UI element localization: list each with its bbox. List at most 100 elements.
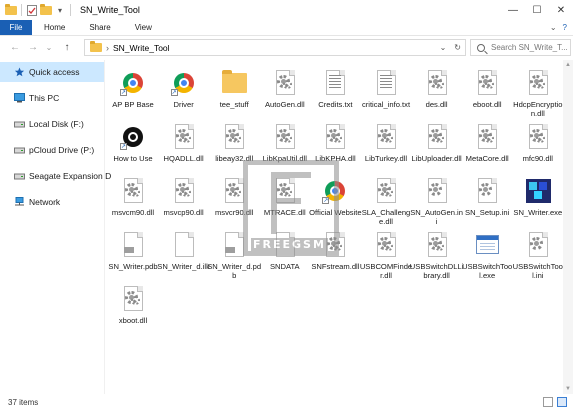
file-item[interactable]: USBCOMFinder.dll bbox=[359, 228, 413, 282]
dll-icon bbox=[473, 69, 501, 97]
file-item[interactable]: SNFstream.dll bbox=[310, 228, 360, 282]
file-name: msvcp90.dll bbox=[163, 208, 204, 217]
file-item[interactable]: msvcr90.dll bbox=[209, 174, 259, 228]
file-item[interactable]: ↗ How to Use bbox=[108, 120, 158, 174]
file-item[interactable]: msvcm90.dll bbox=[108, 174, 158, 228]
address-bar[interactable]: › SN_Write_Tool ⌄ ↻ bbox=[84, 39, 466, 56]
file-item[interactable]: SN_Writer_d.pdb bbox=[207, 228, 262, 282]
properties-icon[interactable] bbox=[25, 3, 39, 17]
drive-icon bbox=[14, 147, 25, 154]
file-item[interactable]: libeay32.dll bbox=[209, 120, 259, 174]
sidebar-item-local-disk[interactable]: Local Disk (F:) bbox=[0, 114, 104, 134]
file-item[interactable]: SN_AutoGen.ini bbox=[410, 174, 463, 228]
recent-locations-button[interactable]: ⌄ bbox=[42, 43, 56, 52]
sidebar-item-label: Local Disk (F:) bbox=[29, 119, 84, 129]
minimize-button[interactable]: — bbox=[501, 0, 525, 20]
breadcrumb[interactable]: SN_Write_Tool bbox=[113, 43, 170, 53]
file-item[interactable]: ↗ Driver bbox=[159, 66, 209, 120]
file-item[interactable]: SN_Writer.pdb bbox=[108, 228, 158, 282]
cube-app-icon bbox=[524, 177, 552, 205]
txt-icon bbox=[372, 69, 400, 97]
file-item[interactable]: HdcpEncryption.dll bbox=[513, 66, 563, 120]
breadcrumb-chevron[interactable]: › bbox=[106, 43, 109, 53]
file-item[interactable]: SN_Setup.ini bbox=[462, 174, 512, 228]
folder-icon bbox=[89, 41, 103, 55]
file-name: SN_AutoGen.ini bbox=[410, 208, 463, 226]
vertical-scrollbar[interactable]: ▲ ▼ bbox=[563, 60, 573, 394]
customize-toolbar-icon[interactable]: ▾ bbox=[53, 3, 67, 17]
close-button[interactable]: ✕ bbox=[549, 0, 573, 20]
tab-file[interactable]: File bbox=[0, 20, 32, 35]
file-item[interactable]: MetaCore.dll bbox=[462, 120, 512, 174]
file-item[interactable]: LibTurkey.dll bbox=[361, 120, 411, 174]
file-item[interactable]: ↗ AP BP Base bbox=[108, 66, 158, 120]
file-name: mfc90.dll bbox=[522, 154, 553, 163]
scroll-up-icon[interactable]: ▲ bbox=[563, 60, 573, 70]
file-name: LibUploader.dll bbox=[411, 154, 462, 163]
file-item[interactable]: USBSwitchTool.ini bbox=[513, 228, 563, 282]
dll-icon bbox=[271, 177, 299, 205]
file-name: SN_Writer_d.pdb bbox=[207, 262, 262, 280]
dll-icon bbox=[372, 231, 400, 259]
file-item[interactable]: AutoGen.dll bbox=[260, 66, 310, 120]
file-item[interactable]: SN_Writer.exe bbox=[513, 174, 563, 228]
address-dropdown-icon[interactable]: ⌄ bbox=[440, 43, 447, 52]
file-item[interactable]: ↗ Official Website bbox=[309, 174, 362, 228]
file-item[interactable]: USBSwitchTool.exe bbox=[462, 228, 512, 282]
tab-home[interactable]: Home bbox=[32, 20, 77, 35]
scroll-down-icon[interactable]: ▼ bbox=[563, 384, 573, 394]
txt-icon bbox=[321, 69, 349, 97]
up-button[interactable]: ↑ bbox=[60, 42, 74, 53]
network-icon bbox=[15, 197, 24, 206]
blank-file-icon bbox=[170, 231, 198, 259]
file-item[interactable]: USBSwitchDLLibrary.dll bbox=[409, 228, 464, 282]
file-item[interactable]: SN_Writer_d.ilk bbox=[157, 228, 210, 282]
file-item[interactable]: critical_info.txt bbox=[361, 66, 411, 120]
file-item[interactable]: LibUploader.dll bbox=[411, 120, 462, 174]
maximize-button[interactable]: ☐ bbox=[525, 0, 549, 20]
dll-icon bbox=[220, 177, 248, 205]
file-name: USBSwitchTool.exe bbox=[462, 262, 513, 280]
exe-window-icon bbox=[473, 231, 501, 259]
expand-ribbon-icon[interactable]: ⌄ bbox=[550, 23, 557, 32]
file-name: libeay32.dll bbox=[215, 154, 254, 163]
sidebar-item-pcloud-drive[interactable]: pCloud Drive (P:) bbox=[0, 140, 104, 160]
tab-share[interactable]: Share bbox=[77, 20, 122, 35]
sidebar-item-network[interactable]: Network bbox=[0, 192, 104, 212]
forward-button[interactable]: → bbox=[26, 42, 40, 53]
sidebar-item-quick-access[interactable]: Quick access bbox=[0, 62, 104, 82]
file-name: SN_Setup.ini bbox=[465, 208, 510, 217]
dll-icon bbox=[372, 123, 400, 151]
file-item[interactable]: Credits.txt bbox=[310, 66, 360, 120]
dll-icon bbox=[423, 231, 451, 259]
file-item[interactable]: des.dll bbox=[412, 66, 462, 120]
file-item[interactable]: tee_stuff bbox=[209, 66, 259, 120]
file-name: USBCOMFinder.dll bbox=[359, 262, 413, 280]
file-item[interactable]: LibKPHA.dll bbox=[310, 120, 360, 174]
file-name: SN_Writer.exe bbox=[513, 208, 563, 217]
file-item[interactable]: msvcp90.dll bbox=[159, 174, 209, 228]
dll-icon bbox=[524, 123, 552, 151]
file-item[interactable]: LibKpaUtil.dll bbox=[260, 120, 310, 174]
file-name: USBSwitchDLLibrary.dll bbox=[409, 262, 464, 280]
tab-view[interactable]: View bbox=[123, 20, 164, 35]
file-item[interactable]: MTRACE.dll bbox=[260, 174, 310, 228]
file-item[interactable]: SLA_Challenge.dll bbox=[361, 174, 411, 228]
file-item[interactable]: HQADLL.dll bbox=[159, 120, 209, 174]
refresh-icon[interactable]: ↻ bbox=[454, 43, 461, 52]
sidebar-item-this-pc[interactable]: This PC bbox=[0, 88, 104, 108]
file-item[interactable]: eboot.dll bbox=[462, 66, 512, 120]
dll-icon bbox=[524, 69, 552, 97]
back-button[interactable]: ← bbox=[8, 42, 22, 53]
help-icon[interactable]: ? bbox=[563, 23, 567, 32]
details-view-icon[interactable] bbox=[543, 397, 553, 407]
file-item[interactable]: mfc90.dll bbox=[513, 120, 563, 174]
dll-icon bbox=[372, 177, 400, 205]
sidebar-item-seagate[interactable]: Seagate Expansion D bbox=[0, 166, 111, 186]
dll-icon bbox=[170, 177, 198, 205]
large-icons-view-icon[interactable] bbox=[557, 397, 567, 407]
new-folder-icon[interactable] bbox=[39, 3, 53, 17]
file-item[interactable]: SNDATA bbox=[260, 228, 310, 282]
search-input[interactable]: Search SN_Write_T... bbox=[470, 39, 571, 56]
file-item[interactable]: xboot.dll bbox=[108, 282, 158, 336]
